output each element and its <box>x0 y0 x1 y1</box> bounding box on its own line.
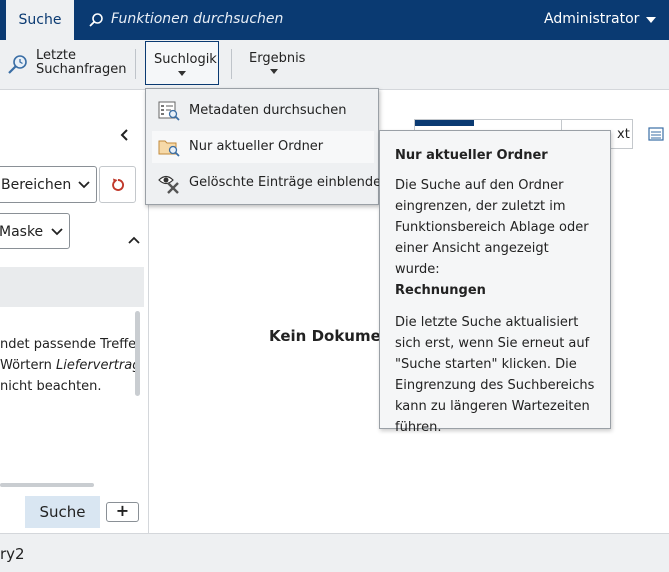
add-button[interactable]: + <box>106 502 139 522</box>
tooltip-bold: Rechnungen <box>395 283 486 298</box>
status-text: ry2 <box>0 545 25 563</box>
collapse-chevron-left-icon[interactable] <box>120 129 130 141</box>
section-header <box>0 267 144 307</box>
caret-down-icon <box>178 71 186 76</box>
chevron-up-icon[interactable] <box>128 236 140 244</box>
start-search-button[interactable]: Suche <box>25 496 100 528</box>
tooltip-paragraph: Die letzte Suche aktualisiert sich erst,… <box>395 315 595 435</box>
hint-pre: Wörtern <box>0 358 56 373</box>
suchlogik-menu: Metadaten durchsuchen Nur aktueller Ordn… <box>145 88 389 205</box>
recent-label-1: Letzte <box>36 48 77 63</box>
status-bar: ry2 <box>0 533 669 572</box>
horizontal-scrollbar[interactable] <box>0 483 94 487</box>
tooltip-paragraph: Die Suche auf den Ordner eingrenzen, der… <box>395 178 589 277</box>
function-search-input[interactable]: Funktionen durchsuchen <box>111 11 283 27</box>
area-select-value: Bereichen <box>1 177 72 193</box>
menu-item-label: Nur aktueller Ordner <box>189 139 324 154</box>
chevron-down-icon <box>51 228 63 236</box>
tooltip-folder-name: Rechnungen <box>395 280 596 301</box>
menu-item-show-deleted[interactable]: Gelöschte Einträge einblenden <box>152 167 389 199</box>
hint-line: ndet passende Treffer. <box>0 337 136 352</box>
active-segment-indicator <box>415 120 474 126</box>
area-select[interactable]: Bereichen <box>0 166 97 203</box>
menu-item-metadata[interactable]: Metadaten durchsuchen <box>152 95 374 127</box>
hint-line: Wörtern Liefervertrag <box>0 355 136 376</box>
tooltip: Nur aktueller Ordner Die Suche auf den O… <box>379 130 611 435</box>
search-hint-text: ndet passende Treffer. Wörtern Lieferver… <box>0 334 136 397</box>
top-bar: Suche Funktionen durchsuchen Administrat… <box>0 0 669 40</box>
recent-searches-button[interactable]: Letzte Suchanfragen <box>36 49 126 77</box>
hint-line: nicht beachten. <box>0 379 102 394</box>
divider <box>135 49 136 79</box>
menu-item-label: Gelöschte Einträge einblenden <box>189 175 390 190</box>
tab-suche[interactable]: Suche <box>6 0 74 40</box>
recent-searches-icon <box>8 55 27 74</box>
segment-label[interactable]: xt <box>617 127 630 142</box>
menu-item-label: Metadaten durchsuchen <box>189 103 347 118</box>
user-menu[interactable]: Administrator <box>544 11 639 27</box>
hint-em: Liefervertrag <box>55 358 136 373</box>
divider <box>231 49 232 79</box>
reset-icon <box>112 178 124 191</box>
empty-state-text: Kein Dokume <box>269 327 381 345</box>
mask-select[interactable]: Maske <box>0 213 70 249</box>
suchlogik-button[interactable]: Suchlogik <box>145 41 219 85</box>
caret-down-icon[interactable] <box>646 17 656 23</box>
reset-button[interactable] <box>99 166 136 203</box>
tooltip-title: Nur aktueller Ordner <box>395 148 548 163</box>
search-panel: Bereichen Maske ndet passende Treffer. W… <box>0 91 149 533</box>
ribbon: Letzte Suchanfragen Suchlogik Ergebnis <box>0 40 669 90</box>
mask-select-value: Maske <box>0 224 44 240</box>
ergebnis-button[interactable]: Ergebnis <box>249 51 305 66</box>
caret-down-icon[interactable] <box>270 69 278 74</box>
list-view-icon[interactable] <box>648 127 664 141</box>
show-deleted-icon <box>158 175 179 194</box>
recent-label-2: Suchanfragen <box>36 62 127 77</box>
folder-search-icon <box>158 140 180 157</box>
search-icon <box>89 13 103 27</box>
chevron-down-icon <box>78 181 90 189</box>
suchlogik-label: Suchlogik <box>154 52 217 67</box>
vertical-scrollbar[interactable] <box>135 311 140 396</box>
menu-item-current-folder[interactable]: Nur aktueller Ordner <box>152 131 374 163</box>
metadata-search-icon <box>158 101 180 121</box>
